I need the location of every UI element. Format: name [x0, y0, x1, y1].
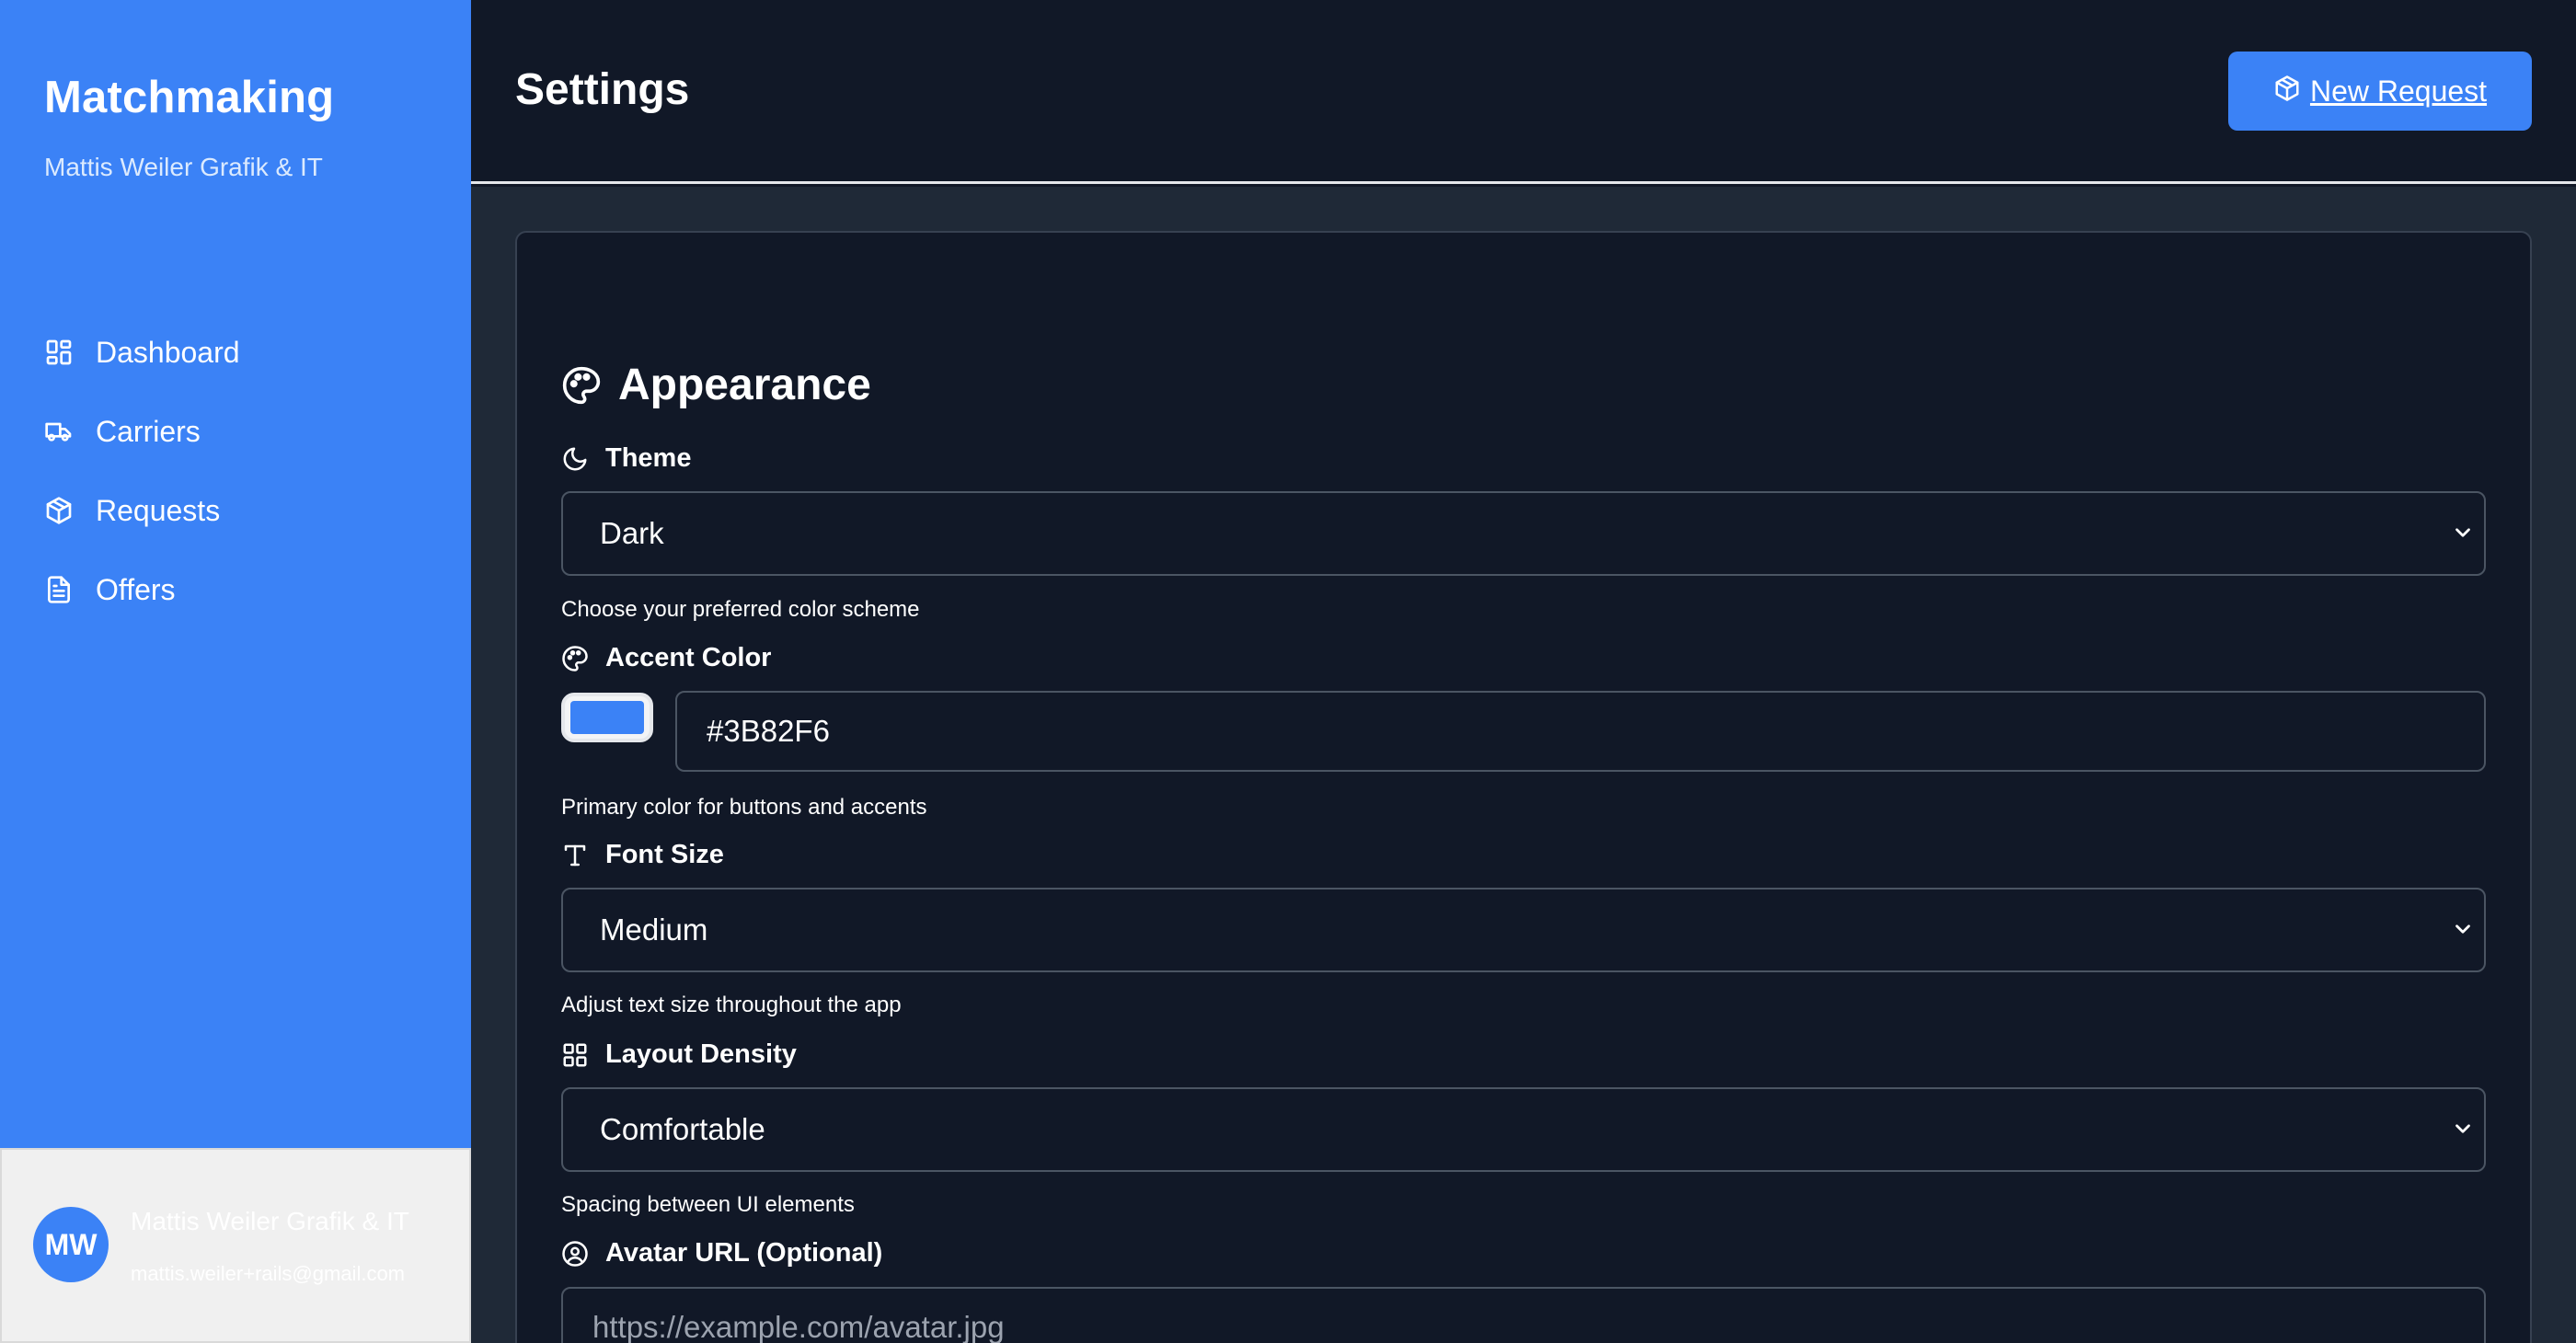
sidebar-item-label: Dashboard: [96, 335, 240, 369]
sidebar-item-dashboard[interactable]: Dashboard: [0, 313, 471, 392]
document-icon: [44, 575, 74, 604]
avatar: MW: [33, 1207, 109, 1282]
appearance-title: Appearance: [618, 361, 871, 409]
font-size-label-text: Font Size: [605, 840, 724, 869]
type-icon: [564, 844, 586, 866]
layout-density-select[interactable]: Comfortable: [561, 1087, 2486, 1172]
palette-icon: [562, 645, 588, 672]
new-request-label: New Request: [2309, 74, 2488, 108]
theme-label-text: Theme: [605, 443, 692, 473]
chevron-down-icon: [2455, 1124, 2470, 1133]
package-icon: [2275, 75, 2299, 101]
moon-icon: [563, 447, 587, 470]
grid-icon: [563, 1043, 587, 1066]
user-email: mattis.weiler+rails@gmail.com: [131, 1262, 406, 1285]
sidebar-item-carriers[interactable]: Carriers: [0, 392, 471, 471]
font-size-hint: Adjust text size throughout the app: [561, 993, 902, 1017]
sidebar-item-label: Carriers: [96, 414, 201, 448]
font-size-label: Font Size: [561, 840, 724, 870]
new-request-button[interactable]: New Request: [2228, 52, 2532, 131]
package-icon: [44, 496, 74, 525]
sidebar-item-label: Offers: [96, 572, 176, 606]
dashboard-icon: [44, 338, 74, 367]
font-size-select-value: Medium: [600, 913, 708, 947]
theme-select[interactable]: Dark: [561, 491, 2486, 576]
theme-hint: Choose your preferred color scheme: [561, 597, 920, 622]
sidebar-item-requests[interactable]: Requests: [0, 471, 471, 550]
theme-select-value: Dark: [600, 516, 664, 550]
truck-icon: [44, 417, 74, 446]
app-title: Matchmaking: [44, 73, 335, 122]
accent-color-swatch[interactable]: [561, 693, 653, 742]
accent-color-label-text: Accent Color: [605, 643, 772, 672]
avatar-url-label: Avatar URL (Optional): [561, 1238, 882, 1268]
layout-density-hint: Spacing between UI elements: [561, 1192, 855, 1217]
layout-density-select-value: Comfortable: [600, 1112, 765, 1146]
accent-color-input[interactable]: #3B82F6: [675, 691, 2486, 772]
app-root: Matchmaking Mattis Weiler Grafik & IT Da…: [0, 0, 2576, 1343]
page-header: Settings New Request: [471, 0, 2576, 184]
chevron-down-icon: [2455, 924, 2470, 934]
company-name: Mattis Weiler Grafik & IT: [44, 153, 323, 181]
sidebar: Matchmaking Mattis Weiler Grafik & IT Da…: [0, 0, 471, 1343]
accent-color-hint: Primary color for buttons and accents: [561, 795, 927, 820]
user-name: Mattis Weiler Grafik & IT: [131, 1207, 409, 1235]
avatar-url-label-text: Avatar URL (Optional): [605, 1238, 883, 1268]
sidebar-item-label: Requests: [96, 493, 221, 527]
accent-color-fill: [570, 701, 644, 734]
theme-label: Theme: [561, 443, 691, 474]
palette-icon: [562, 366, 601, 404]
sidebar-nav: Dashboard Carriers Requests Offers: [0, 313, 471, 629]
font-size-select[interactable]: Medium: [561, 888, 2486, 972]
appearance-card: Appearance Theme Dark Choose your prefer…: [515, 231, 2532, 1343]
sidebar-item-offers[interactable]: Offers: [0, 550, 471, 629]
avatar-url-input[interactable]: https://example.com/avatar.jpg: [561, 1287, 2486, 1343]
user-circle-icon: [562, 1240, 588, 1267]
page-title: Settings: [515, 65, 690, 114]
main-content: Appearance Theme Dark Choose your prefer…: [471, 187, 2576, 1343]
appearance-heading: Appearance: [561, 360, 871, 410]
layout-density-label: Layout Density: [561, 1039, 797, 1070]
chevron-down-icon: [2455, 528, 2470, 537]
user-profile-card[interactable]: MW Mattis Weiler Grafik & IT mattis.weil…: [0, 1148, 471, 1343]
accent-color-label: Accent Color: [561, 643, 771, 673]
layout-density-label-text: Layout Density: [605, 1039, 797, 1069]
